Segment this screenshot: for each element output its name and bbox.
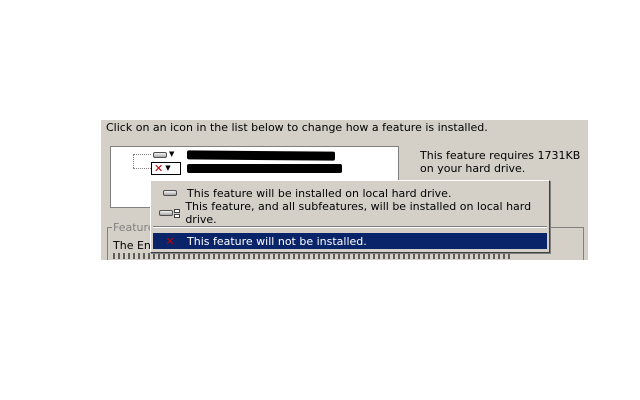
menu-separator	[153, 226, 547, 228]
menu-item-label: This feature, and all subfeatures, will …	[185, 200, 532, 226]
disk-requirement-text: This feature requires 1731KB on your har…	[420, 149, 581, 175]
menu-item-not-installed[interactable]: ✕ This feature will not be installed.	[153, 233, 547, 249]
redacted-feature-name[interactable]	[187, 164, 342, 173]
feature-description-obscured	[113, 253, 513, 259]
feature-description: The Ent	[113, 239, 156, 252]
tree-connector	[133, 154, 151, 155]
instruction-text: Click on an icon in the list below to ch…	[106, 121, 488, 134]
feature-state-button-2[interactable]: ✕ ▼	[151, 162, 181, 175]
menu-item-label: This feature will be installed on local …	[187, 186, 452, 200]
hard-drive-icon	[163, 190, 177, 196]
chevron-down-icon: ▼	[165, 164, 171, 172]
menu-item-label: This feature will not be installed.	[187, 234, 367, 248]
feature-state-menu: This feature will be installed on local …	[150, 180, 550, 253]
hard-drive-subfeatures-icon	[158, 208, 180, 218]
red-x-icon: ✕	[165, 234, 175, 248]
hard-drive-icon	[153, 151, 167, 158]
feature-state-button-1[interactable]: ▼	[151, 148, 181, 161]
redacted-feature-name[interactable]	[186, 150, 336, 161]
tree-connector	[133, 154, 134, 168]
menu-item-install-local[interactable]: This feature will be installed on local …	[153, 185, 547, 201]
red-x-icon: ✕	[154, 162, 164, 175]
chevron-down-icon: ▼	[169, 150, 175, 158]
tree-connector	[133, 168, 151, 169]
menu-item-install-all-subfeatures[interactable]: This feature, and all subfeatures, will …	[153, 200, 547, 226]
